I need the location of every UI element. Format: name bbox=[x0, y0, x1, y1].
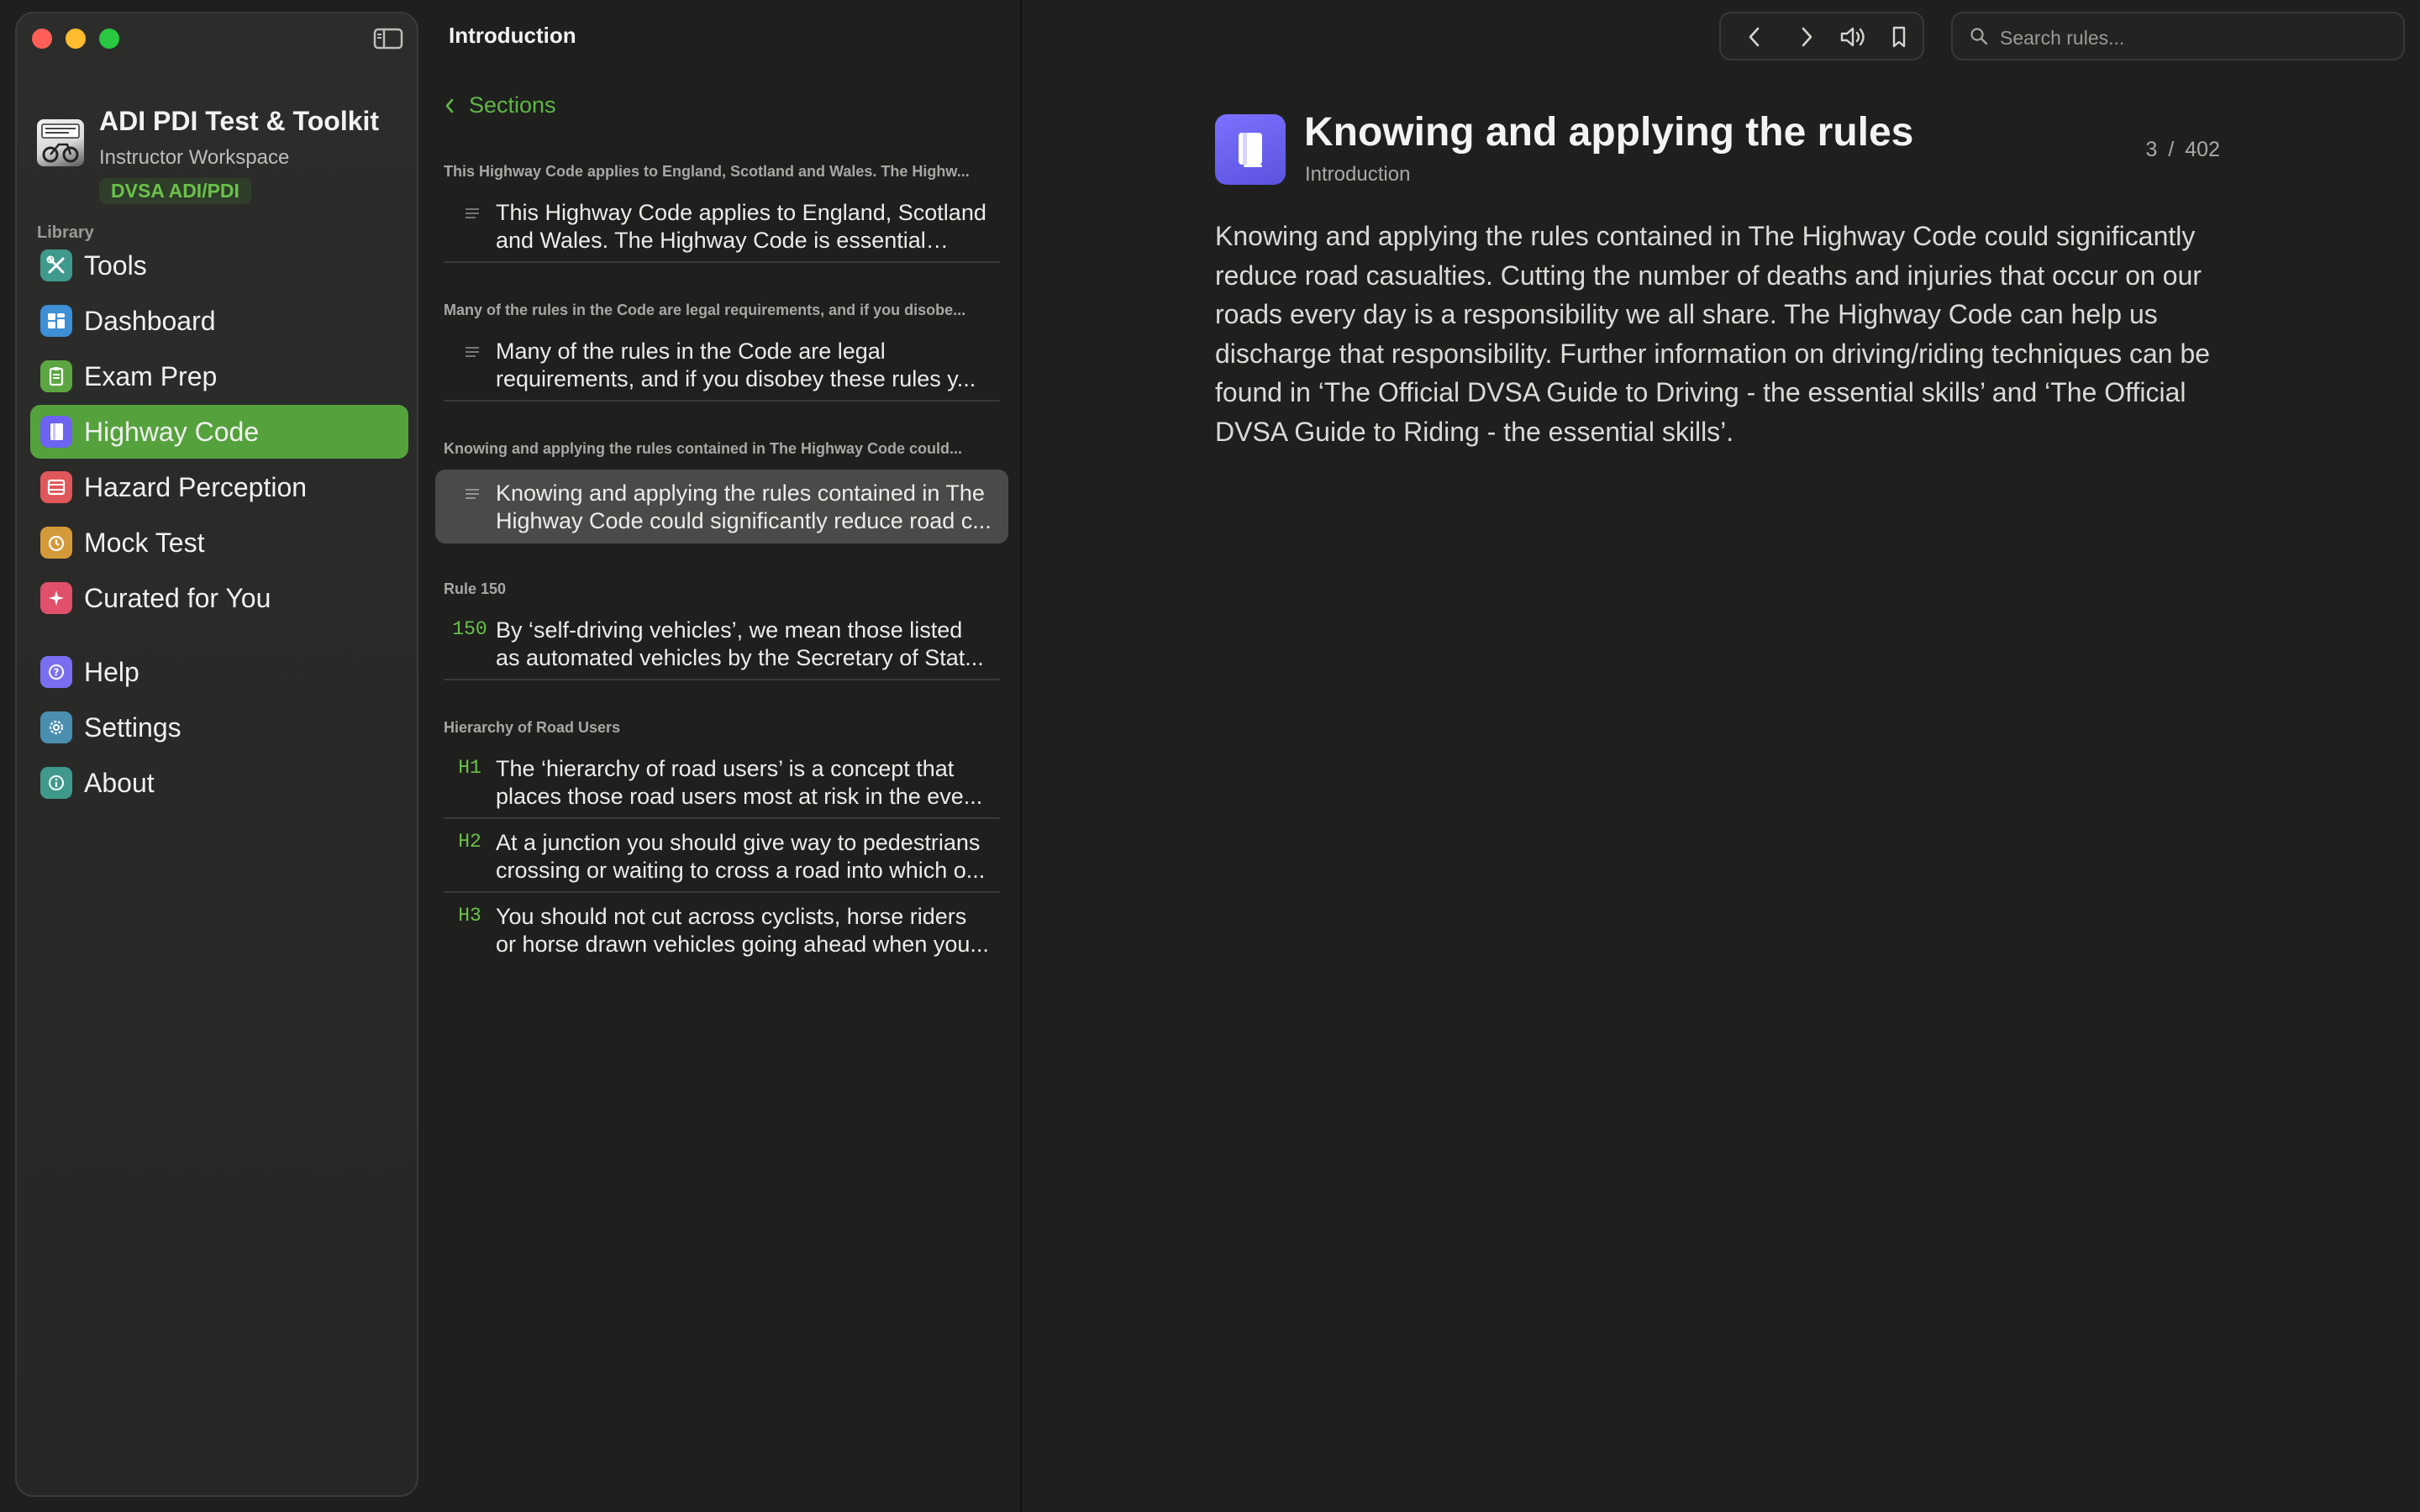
tools-icon bbox=[40, 249, 72, 281]
rule-title: Knowing and applying the rules bbox=[1304, 110, 1914, 155]
list-item[interactable]: H1 The ‘hierarchy of road users’ is a co… bbox=[435, 745, 1008, 819]
sidebar-item-about[interactable]: About bbox=[30, 756, 408, 810]
app-window: ADI PDI Test & Toolkit Instructor Worksp… bbox=[0, 0, 2420, 1512]
app-subtitle: Instructor Workspace bbox=[99, 146, 290, 169]
app-badge: DVSA ADI/PDI bbox=[99, 178, 251, 204]
list-item[interactable]: 150 By ‘self-driving vehicles’, we mean … bbox=[435, 606, 1008, 680]
sidebar-item-dashboard[interactable]: Dashboard bbox=[30, 294, 408, 348]
help-icon: ? bbox=[40, 656, 72, 688]
sidebar-item-hazard-perception[interactable]: Hazard Perception bbox=[30, 460, 408, 514]
sidebar-item-label: Curated for You bbox=[84, 582, 271, 613]
group-heading: This Highway Code applies to England, Sc… bbox=[444, 163, 970, 180]
film-icon bbox=[40, 471, 72, 503]
sidebar-item-help[interactable]: ? Help bbox=[30, 645, 408, 699]
list-item-text: At a junction you should give way to ped… bbox=[496, 830, 986, 883]
list-item[interactable]: H3 You should not cut across cyclists, h… bbox=[435, 893, 1008, 967]
timer-icon bbox=[40, 527, 72, 559]
group-heading: Many of the rules in the Code are legal … bbox=[444, 302, 966, 318]
chevron-left-icon bbox=[1749, 27, 1760, 47]
list-item-text: The ‘hierarchy of road users’ is a conce… bbox=[496, 756, 983, 809]
chevron-right-icon bbox=[1802, 27, 1812, 47]
sidebar-item-label: Help bbox=[84, 656, 139, 687]
rule-number: H2 bbox=[458, 831, 481, 853]
book-icon bbox=[40, 416, 72, 448]
sidebar-item-label: Mock Test bbox=[84, 527, 205, 558]
search-input[interactable] bbox=[1998, 20, 2388, 55]
group-heading: Hierarchy of Road Users bbox=[444, 719, 621, 736]
search-icon bbox=[1970, 27, 1988, 50]
sidebar-item-mock-test[interactable]: Mock Test bbox=[30, 516, 408, 570]
sidebar-item-label: Exam Prep bbox=[84, 360, 218, 391]
list-item[interactable]: This Highway Code applies to England, Sc… bbox=[435, 189, 1008, 263]
list-item-selected[interactable]: Knowing and applying the rules contained… bbox=[435, 470, 1008, 543]
minimize-window-button[interactable] bbox=[66, 29, 86, 49]
sidebar-item-label: Highway Code bbox=[84, 416, 260, 447]
sidebar-item-exam-prep[interactable]: Exam Prep bbox=[30, 349, 408, 403]
search-box bbox=[1951, 12, 2405, 60]
rule-total: 402 bbox=[2185, 138, 2220, 161]
app-logo bbox=[37, 119, 84, 166]
rule-index: 3 bbox=[2145, 138, 2158, 161]
rule-number: 150 bbox=[452, 618, 487, 640]
sections-back-button[interactable]: Sections bbox=[442, 92, 556, 118]
svg-text:?: ? bbox=[54, 667, 60, 679]
speaker-icon bbox=[1840, 27, 1865, 47]
sidebar-item-highway-code[interactable]: Highway Code bbox=[30, 405, 408, 459]
group-heading: Rule 150 bbox=[444, 580, 507, 597]
clipboard-icon bbox=[40, 360, 72, 392]
sidebar-item-curated-for-you[interactable]: Curated for You bbox=[30, 571, 408, 625]
sidebar-item-label: Hazard Perception bbox=[84, 471, 308, 502]
list-item-text: This Highway Code applies to England, Sc… bbox=[496, 200, 986, 253]
read-aloud-button[interactable] bbox=[1837, 22, 1870, 52]
row-divider bbox=[444, 261, 1000, 263]
next-button[interactable] bbox=[1790, 22, 1823, 52]
group-heading: Knowing and applying the rules contained… bbox=[444, 440, 963, 457]
list-item-text: Knowing and applying the rules contained… bbox=[496, 480, 992, 533]
rule-count-separator: / bbox=[2168, 138, 2175, 161]
chevron-left-icon bbox=[445, 98, 454, 113]
list-item-text: By ‘self-driving vehicles’, we mean thos… bbox=[496, 617, 984, 670]
list-title: Introduction bbox=[449, 23, 576, 48]
sidebar: ADI PDI Test & Toolkit Instructor Worksp… bbox=[15, 12, 418, 1497]
list-item-text: Many of the rules in the Code are legal … bbox=[496, 339, 976, 391]
list-item[interactable]: Many of the rules in the Code are legal … bbox=[435, 328, 1008, 402]
sidebar-item-label: Tools bbox=[84, 249, 147, 281]
rule-number: H1 bbox=[458, 757, 481, 779]
bookmark-icon bbox=[1892, 26, 1906, 48]
sections-back-label: Sections bbox=[469, 92, 556, 118]
rule-body: Knowing and applying the rules contained… bbox=[1215, 221, 2211, 447]
sidebar-toggle-icon[interactable] bbox=[373, 27, 403, 50]
window-controls bbox=[32, 29, 119, 49]
sidebar-item-tools[interactable]: Tools bbox=[30, 239, 408, 292]
gear-icon bbox=[40, 711, 72, 743]
close-window-button[interactable] bbox=[32, 29, 52, 49]
paragraph-icon bbox=[466, 207, 479, 223]
rule-list: This Highway Code applies to England, Sc… bbox=[435, 151, 1008, 967]
column-divider bbox=[1020, 0, 1022, 1512]
rule-section: Introduction bbox=[1305, 163, 1411, 186]
previous-button[interactable] bbox=[1738, 22, 1771, 52]
bookmark-button[interactable] bbox=[1882, 22, 1916, 52]
list-item[interactable]: H2 At a junction you should give way to … bbox=[435, 819, 1008, 893]
app-title: ADI PDI Test & Toolkit bbox=[99, 106, 380, 136]
toolbar-controls bbox=[1719, 12, 1924, 60]
sidebar-item-label: About bbox=[84, 767, 155, 798]
maximize-window-button[interactable] bbox=[99, 29, 119, 49]
book-icon bbox=[1215, 114, 1286, 185]
row-divider bbox=[444, 679, 1000, 680]
dashboard-icon bbox=[40, 305, 72, 337]
sidebar-item-label: Settings bbox=[84, 711, 182, 743]
rule-number: H3 bbox=[458, 905, 481, 927]
sidebar-item-settings[interactable]: Settings bbox=[30, 701, 408, 754]
rule-position: 3 / 402 bbox=[2146, 138, 2220, 162]
paragraph-icon bbox=[466, 488, 479, 504]
row-divider bbox=[444, 400, 1000, 402]
list-item-text: You should not cut across cyclists, hors… bbox=[496, 904, 989, 957]
info-icon bbox=[40, 767, 72, 799]
sidebar-item-label: Dashboard bbox=[84, 305, 216, 336]
paragraph-icon bbox=[466, 346, 479, 362]
sparkles-icon bbox=[40, 582, 72, 614]
